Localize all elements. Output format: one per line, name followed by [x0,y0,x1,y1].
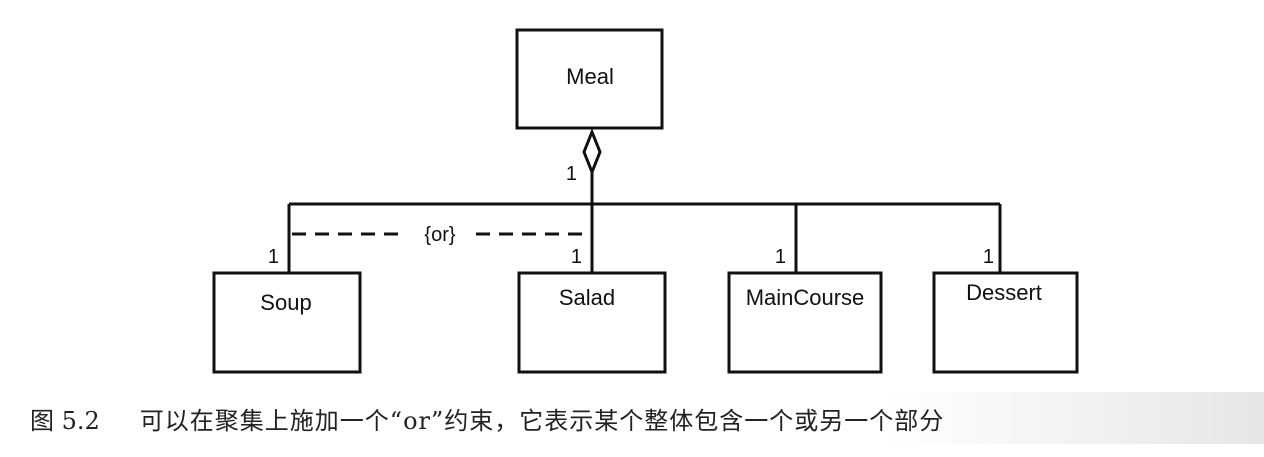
figure-caption: 图 5.2 可以在聚集上施加一个“or”约束，它表示某个整体包含一个或另一个部分 [0,392,1264,444]
or-constraint-label: {or} [424,224,455,246]
class-label-soup: Soup [260,290,311,315]
figure-number: 图 5.2 [30,406,100,435]
class-box-soup [212,271,362,374]
class-label-dessert: Dessert [966,280,1042,305]
class-label-meal: Meal [566,64,614,89]
multiplicity-meal: 1 [566,163,577,185]
multiplicity-maincourse: 1 [775,246,786,268]
multiplicity-salad: 1 [571,246,582,268]
class-label-salad: Salad [559,285,615,310]
uml-diagram: Meal 1 {or} 1 1 1 1 Soup Salad MainCours… [0,0,1264,380]
uml-diagram-canvas: Meal 1 {or} 1 1 1 1 Soup Salad MainCours… [212,28,1079,374]
class-label-maincourse: MainCourse [746,285,865,310]
figure-caption-text: 可以在聚集上施加一个“or”约束，它表示某个整体包含一个或另一个部分 [139,406,945,435]
aggregation-diamond-icon [582,127,602,177]
multiplicity-soup: 1 [268,246,279,268]
multiplicity-dessert: 1 [983,246,994,268]
